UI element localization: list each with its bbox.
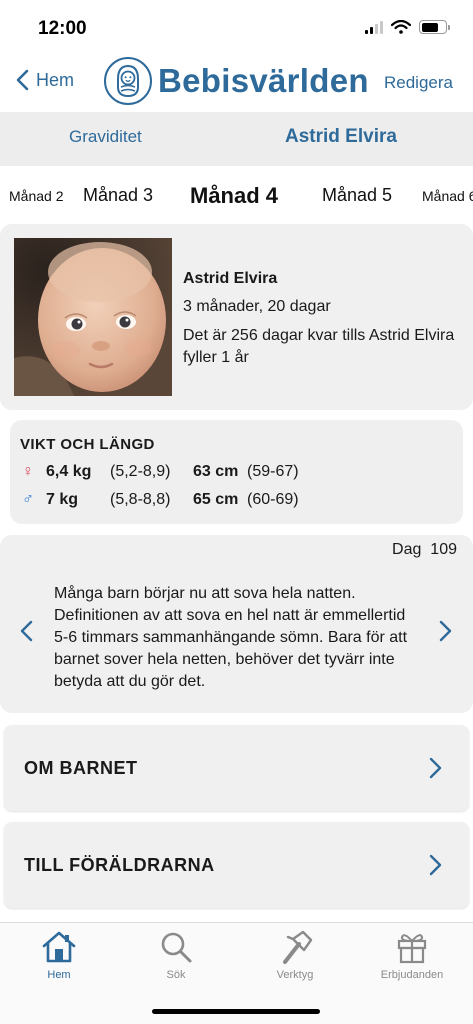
home-indicator[interactable] (152, 1009, 320, 1014)
month-tab-3[interactable]: Månad 3 (83, 185, 153, 206)
month-selector: Månad 2 Månad 3 Månad 4 Månad 5 Månad 6 (0, 166, 473, 222)
chevron-right-icon (429, 757, 442, 779)
child-profile-card: Astrid Elvira 3 månader, 20 dagar Det är… (0, 224, 473, 410)
tab-label: Erbjudanden (380, 969, 444, 981)
tab-home[interactable]: Hem (9, 929, 109, 981)
gift-icon (397, 934, 427, 964)
weight-length-card: VIKT OCH LÄNGD ♀ 6,4 kg (5,2-8,9) 63 cm … (10, 420, 463, 524)
length-value: 63 cm (193, 463, 239, 480)
tab-label: Hem (47, 969, 71, 981)
day-counter: Dag 109 (392, 541, 457, 559)
segment-child[interactable]: Astrid Elvira (285, 126, 397, 148)
section-label: OM BARNET (24, 758, 138, 778)
month-tab-2[interactable]: Månad 2 (9, 188, 63, 204)
segment-pregnancy[interactable]: Graviditet (69, 127, 142, 147)
tab-search[interactable]: Sök (126, 929, 226, 981)
tab-label: Verktyg (276, 969, 314, 981)
cellular-signal-icon (365, 20, 383, 34)
app-title: Bebisvärlden (158, 62, 369, 99)
day-label: Dag (392, 541, 422, 558)
chevron-left-icon (16, 69, 29, 91)
weight-range: (5,2-8,9) (110, 463, 171, 480)
baby-logo-icon (104, 57, 152, 105)
day-number: 109 (430, 541, 457, 558)
child-age: 3 månader, 20 dagar (183, 298, 331, 315)
chevron-right-icon (429, 854, 442, 876)
length-range: (59-67) (247, 463, 299, 480)
section-label: TILL FÖRÄLDRARNA (24, 855, 215, 875)
search-icon (161, 932, 192, 963)
back-button[interactable]: Hem (14, 68, 74, 92)
month-tab-4[interactable]: Månad 4 (190, 183, 278, 209)
weight-range: (5,8-8,8) (110, 491, 171, 508)
nav-bar: Hem Bebisvärlden Redigera (0, 52, 473, 112)
child-name: Astrid Elvira (183, 270, 278, 287)
app-brand: Bebisvärlden (104, 57, 369, 105)
length-value: 65 cm (193, 491, 239, 508)
edit-button[interactable]: Redigera (384, 73, 453, 93)
female-symbol-icon: ♀ (22, 463, 34, 480)
tab-tools[interactable]: Verktyg (245, 929, 345, 981)
hammer-icon (283, 930, 313, 964)
section-about-child[interactable]: OM BARNET (4, 725, 469, 811)
previous-tip-button[interactable] (16, 619, 36, 643)
back-label: Hem (36, 69, 75, 90)
status-bar: 12:00 (0, 0, 473, 52)
battery-icon (419, 20, 450, 34)
birthday-countdown: Det är 256 dagar kvar tills Astrid Elvir… (183, 327, 455, 366)
male-symbol-icon: ♂ (22, 491, 34, 508)
tab-offers[interactable]: Erbjudanden (362, 929, 462, 981)
weight-value: 6,4 kg (46, 463, 92, 480)
wifi-icon (391, 20, 411, 34)
length-range: (60-69) (247, 491, 299, 508)
segment-control: Graviditet Astrid Elvira (0, 112, 473, 166)
daily-tip-card: Dag 109 Många barn börjar nu att sova he… (0, 535, 473, 713)
status-icons (365, 20, 450, 34)
baby-photo (14, 238, 172, 396)
month-tab-6[interactable]: Månad 6 (422, 188, 473, 204)
next-tip-button[interactable] (436, 619, 456, 643)
tab-label: Sök (166, 969, 186, 981)
weight-length-title: VIKT OCH LÄNGD (20, 436, 155, 453)
tip-text: Många barn börjar nu att sova hela natte… (54, 585, 408, 690)
weight-value: 7 kg (46, 491, 79, 508)
status-time: 12:00 (38, 18, 87, 39)
month-tab-5[interactable]: Månad 5 (322, 185, 392, 206)
section-for-parents[interactable]: TILL FÖRÄLDRARNA (4, 822, 469, 908)
home-icon (42, 931, 76, 963)
